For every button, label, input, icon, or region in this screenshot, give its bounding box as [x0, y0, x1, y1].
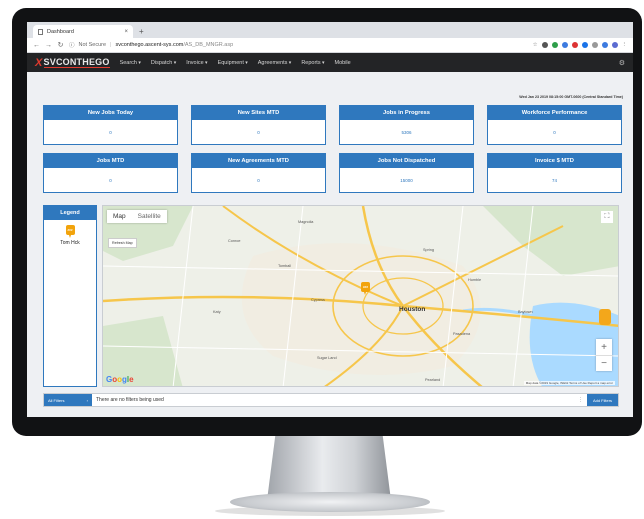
map-city-label: Conroe [228, 239, 241, 243]
map-city-label: Sugar Land [317, 356, 337, 360]
map-canvas [103, 206, 618, 386]
kpi-cards: New Jobs Today 0 New Sites MTD 0 Jobs in P… [43, 105, 622, 193]
kpi-value: 0 [553, 129, 556, 135]
kpi-value: 15000 [400, 177, 413, 183]
kpi-title: New Jobs Today [44, 106, 177, 120]
zoom-in-button[interactable]: + [596, 339, 612, 355]
filter-options-icon[interactable]: ⋮ [578, 397, 587, 403]
kpi-card-new-sites-mtd[interactable]: New Sites MTD 0 [191, 105, 326, 145]
legend-title: Legend [44, 206, 96, 220]
kpi-title: Jobs Not Dispatched [340, 154, 473, 168]
monitor-stand-neck [267, 436, 391, 496]
legend-item-label: Tom Hck [60, 240, 80, 246]
kpi-title: Invoice $ MTD [488, 154, 621, 168]
map-city-label: Cypress [311, 298, 325, 302]
google-logo: Google [106, 375, 134, 384]
legend-item[interactable]: ### Tom Hck [44, 225, 96, 246]
map-city-label: Humble [468, 278, 482, 282]
kpi-title: New Sites MTD [192, 106, 325, 120]
filter-status-text: There are no filters being used [96, 397, 164, 403]
kpi-card-new-agreements-mtd[interactable]: New Agreements MTD 0 [191, 153, 326, 193]
kpi-value: 0 [109, 177, 112, 183]
kpi-card-invoice-mtd[interactable]: Invoice $ MTD 74 [487, 153, 622, 193]
zoom-control: + − [596, 339, 612, 371]
kpi-title: New Agreements MTD [192, 154, 325, 168]
kpi-title: Jobs MTD [44, 154, 177, 168]
all-filters-label: All Filters [48, 397, 65, 403]
map-pin-icon: ### [65, 225, 75, 238]
map-city-label: Baytown [518, 310, 533, 314]
map-city-label: Katy [213, 310, 221, 314]
map-city-label-houston: Houston [399, 306, 426, 313]
map-type-control: Map Satellite [107, 210, 167, 223]
map-view[interactable]: Conroe Magnolia Tomball Spring Humble Cy… [102, 205, 619, 387]
kpi-title: Workforce Performance [488, 106, 621, 120]
chevron-right-icon: › [86, 397, 88, 403]
map-park-area [483, 206, 618, 276]
kpi-value: 0 [257, 177, 260, 183]
map-city-label: Spring [423, 248, 434, 252]
map-tab-map[interactable]: Map [107, 210, 132, 223]
zoom-out-button[interactable]: − [596, 355, 612, 371]
kpi-value: 0 [257, 129, 260, 135]
filter-bar: All Filters › There are no filters being… [43, 393, 619, 407]
refresh-map-button[interactable]: Refresh Map [108, 238, 137, 248]
kpi-card-new-jobs-today[interactable]: New Jobs Today 0 [43, 105, 178, 145]
street-view-pegman-icon[interactable] [599, 309, 611, 325]
add-filters-button[interactable]: Add Filters [587, 394, 618, 406]
fullscreen-icon[interactable]: ⛶ [601, 211, 613, 223]
map-attribution[interactable]: Map data ©2019 Google, INEGI Terms of Us… [523, 381, 615, 385]
kpi-card-jobs-not-dispatched[interactable]: Jobs Not Dispatched 15000 [339, 153, 474, 193]
map-city-label: Pasadena [453, 332, 471, 336]
all-filters-button[interactable]: All Filters › [44, 394, 92, 406]
kpi-title: Jobs in Progress [340, 106, 473, 120]
map-city-label: Pearland [425, 378, 441, 382]
map-tab-satellite[interactable]: Satellite [132, 210, 167, 223]
kpi-value: 0 [109, 129, 112, 135]
date-stamp: Wed Jan 23 2019 08:15:00 GMT-0600 (Centr… [519, 95, 623, 99]
map-pin-icon[interactable]: ### [361, 282, 370, 295]
dashboard: Wed Jan 23 2019 08:15:00 GMT-0600 (Centr… [27, 22, 633, 417]
monitor-stand-base [230, 492, 430, 512]
legend-panel: Legend ### Tom Hck [43, 205, 97, 387]
kpi-card-workforce-performance[interactable]: Workforce Performance 0 [487, 105, 622, 145]
kpi-card-jobs-in-progress[interactable]: Jobs in Progress 5306 [339, 105, 474, 145]
map-city-label: Magnolia [298, 220, 314, 224]
kpi-value: 5306 [401, 129, 412, 135]
kpi-card-jobs-mtd[interactable]: Jobs MTD 0 [43, 153, 178, 193]
kpi-value: 74 [551, 177, 557, 183]
map-city-label: Tomball [278, 264, 292, 268]
